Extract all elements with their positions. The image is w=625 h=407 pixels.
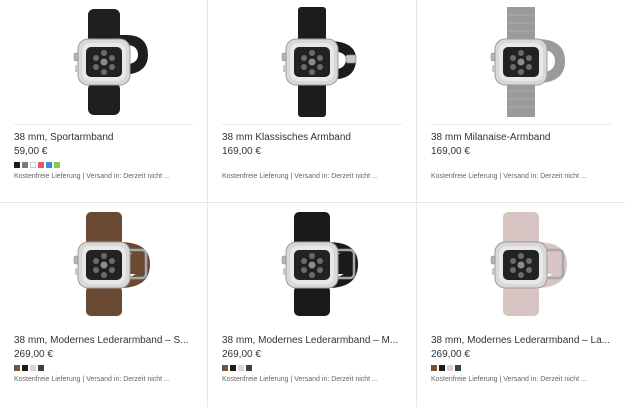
color-swatch[interactable] bbox=[22, 162, 28, 168]
product-price: 269,00 € bbox=[431, 349, 470, 360]
shipping-info: Kostenfreie Lieferung | Versand in: Derz… bbox=[431, 376, 587, 383]
color-swatch[interactable] bbox=[46, 162, 52, 168]
product-price: 169,00 € bbox=[222, 146, 261, 157]
product-price: 59,00 € bbox=[14, 146, 48, 157]
product-title[interactable]: 38 mm, Sportarmband bbox=[14, 131, 199, 144]
product-card[interactable]: 38 mm, Modernes Lederarmband – La... 269… bbox=[417, 203, 625, 407]
color-swatch[interactable] bbox=[38, 365, 44, 371]
watch-icon bbox=[73, 9, 148, 115]
product-image[interactable] bbox=[0, 6, 207, 118]
divider bbox=[14, 124, 193, 125]
color-swatch[interactable] bbox=[54, 162, 60, 168]
product-card[interactable]: 38 mm, Modernes Lederarmband – S... 269,… bbox=[0, 203, 208, 407]
color-swatches bbox=[14, 162, 199, 168]
color-swatch[interactable] bbox=[38, 162, 44, 168]
product-card[interactable]: 38 mm, Sportarmband 59,00 € Kostenfreie … bbox=[0, 0, 208, 203]
color-swatch[interactable] bbox=[439, 365, 445, 371]
color-swatch[interactable] bbox=[455, 365, 461, 371]
watch-icon bbox=[73, 212, 150, 316]
color-swatch[interactable] bbox=[22, 365, 28, 371]
shipping-info: Kostenfreie Lieferung | Versand in: Derz… bbox=[431, 173, 587, 180]
shipping-info: Kostenfreie Lieferung | Versand in: Derz… bbox=[14, 376, 170, 383]
watch-icon bbox=[281, 7, 357, 117]
color-swatches bbox=[222, 365, 408, 371]
product-title[interactable]: 38 mm Klassisches Armband bbox=[222, 131, 408, 144]
color-swatches bbox=[14, 365, 199, 371]
product-title[interactable]: 38 mm, Modernes Lederarmband – La... bbox=[431, 334, 617, 347]
product-price: 169,00 € bbox=[431, 146, 470, 157]
color-swatch[interactable] bbox=[30, 365, 36, 371]
product-image[interactable] bbox=[417, 6, 625, 118]
product-image[interactable] bbox=[0, 209, 207, 321]
product-title[interactable]: 38 mm, Modernes Lederarmband – S... bbox=[14, 334, 199, 347]
color-swatch[interactable] bbox=[14, 365, 20, 371]
product-image[interactable] bbox=[417, 209, 625, 321]
divider bbox=[222, 124, 402, 125]
watch-icon bbox=[490, 7, 565, 117]
product-image[interactable] bbox=[208, 209, 416, 321]
product-image[interactable] bbox=[208, 6, 416, 118]
color-swatches bbox=[222, 162, 408, 168]
color-swatch[interactable] bbox=[431, 365, 437, 371]
shipping-info: Kostenfreie Lieferung | Versand in: Derz… bbox=[222, 173, 378, 180]
product-card[interactable]: 38 mm, Modernes Lederarmband – M... 269,… bbox=[208, 203, 417, 407]
product-card[interactable]: 38 mm Klassisches Armband 169,00 € Koste… bbox=[208, 0, 417, 203]
product-title[interactable]: 38 mm Milanaise-Armband bbox=[431, 131, 617, 144]
product-card[interactable]: 38 mm Milanaise-Armband 169,00 € Kostenf… bbox=[417, 0, 625, 203]
shipping-info: Kostenfreie Lieferung | Versand in: Derz… bbox=[14, 173, 170, 180]
watch-icon bbox=[281, 212, 358, 316]
watch-icon bbox=[490, 212, 567, 316]
shipping-info: Kostenfreie Lieferung | Versand in: Derz… bbox=[222, 376, 378, 383]
color-swatch[interactable] bbox=[238, 365, 244, 371]
product-grid: 38 mm, Sportarmband 59,00 € Kostenfreie … bbox=[0, 0, 625, 407]
color-swatch[interactable] bbox=[246, 365, 252, 371]
product-price: 269,00 € bbox=[222, 349, 261, 360]
product-title[interactable]: 38 mm, Modernes Lederarmband – M... bbox=[222, 334, 408, 347]
color-swatch[interactable] bbox=[230, 365, 236, 371]
color-swatch[interactable] bbox=[222, 365, 228, 371]
color-swatches bbox=[431, 162, 617, 168]
product-price: 269,00 € bbox=[14, 349, 53, 360]
color-swatch[interactable] bbox=[14, 162, 20, 168]
divider bbox=[431, 124, 611, 125]
color-swatch[interactable] bbox=[30, 162, 36, 168]
color-swatch[interactable] bbox=[447, 365, 453, 371]
color-swatches bbox=[431, 365, 617, 371]
